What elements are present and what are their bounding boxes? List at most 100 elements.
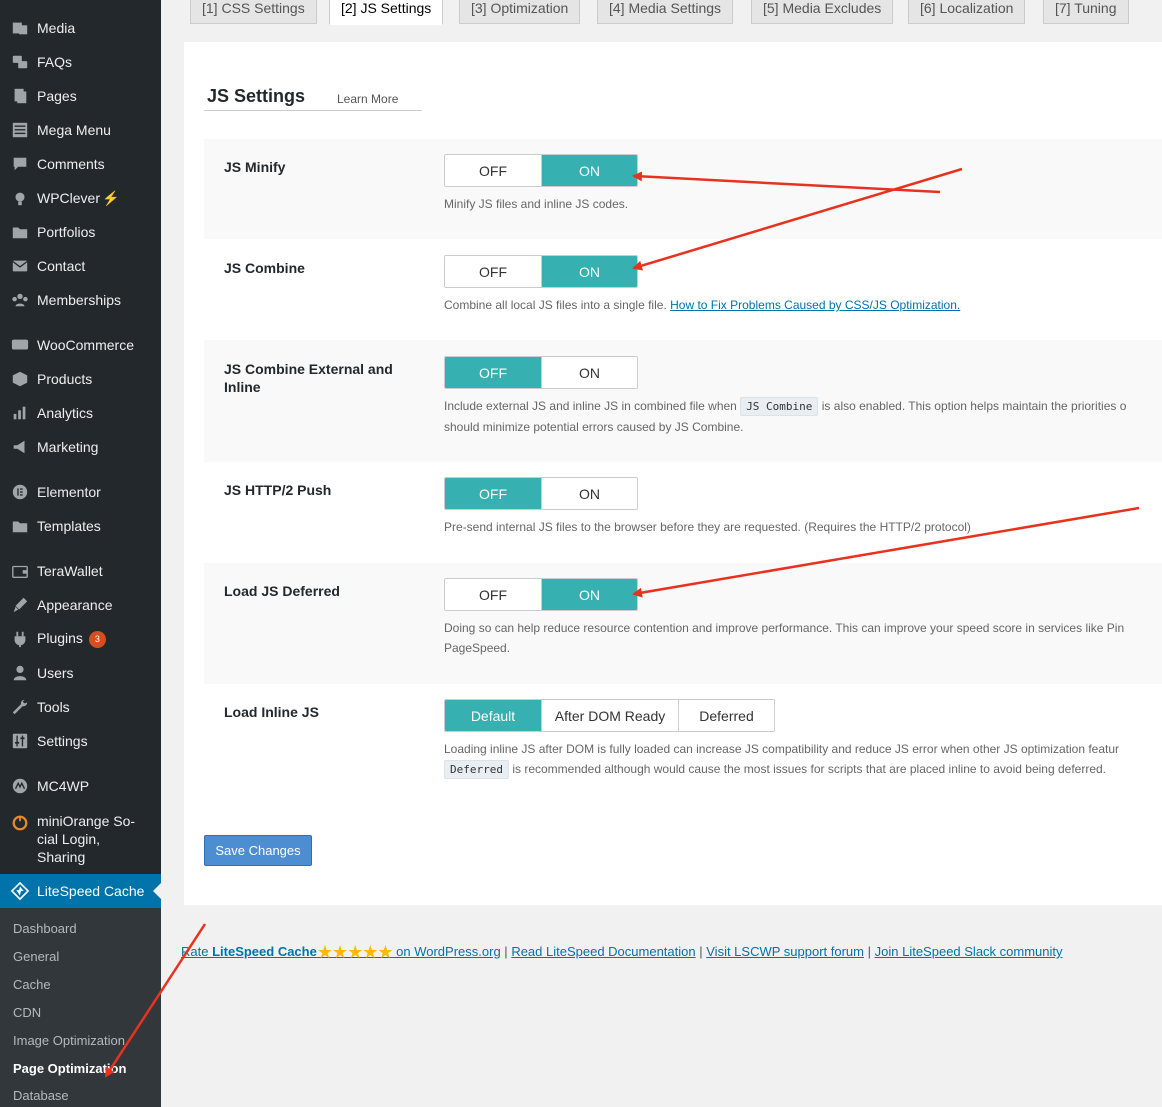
submenu-database[interactable]: Database	[13, 1088, 69, 1103]
support-forum-link[interactable]: Visit LSCWP support forum	[706, 944, 864, 959]
sidebar-item-terawallet[interactable]: TeraWallet	[0, 554, 161, 588]
terawallet-icon	[0, 562, 37, 580]
tab-optimization[interactable]: [3] Optimization	[459, 0, 581, 24]
sidebar-item-memberships[interactable]: Memberships	[0, 283, 161, 317]
submenu-image-optimization[interactable]: Image Optimization	[13, 1033, 125, 1048]
load-js-deferred-toggle: OFF ON	[444, 578, 638, 611]
pages-icon	[0, 87, 37, 105]
sidebar-item-users[interactable]: Users	[0, 656, 161, 690]
sidebar-item-label: Products	[37, 371, 93, 387]
tab-media-settings[interactable]: [4] Media Settings	[597, 0, 734, 24]
litespeed-icon	[0, 882, 37, 900]
sidebar-item-label: LiteSpeed Cache	[37, 883, 145, 899]
toggle-off-option[interactable]: OFF	[445, 155, 541, 186]
setting-label: Load Inline JS	[224, 704, 319, 720]
documentation-link[interactable]: Read LiteSpeed Documentation	[511, 944, 695, 959]
admin-sidebar: Media FAQs Pages Mega Menu Comments WPCl…	[0, 0, 161, 1107]
tab-js-settings[interactable]: [2] JS Settings	[329, 0, 444, 25]
sidebar-item-woocommerce[interactable]: WooCommerce	[0, 328, 161, 362]
portfolios-icon	[0, 223, 37, 241]
tab-tuning[interactable]: [7] Tuning	[1043, 0, 1129, 24]
toggle-off-option[interactable]: OFF	[445, 357, 541, 388]
setting-description: Minify JS files and inline JS codes.	[444, 197, 629, 211]
setting-row-load-js-deferred: Load JS Deferred OFF ON Doing so can hel…	[204, 563, 1162, 684]
faqs-icon	[0, 53, 37, 71]
sidebar-item-appearance[interactable]: Appearance	[0, 588, 161, 622]
products-icon	[0, 370, 37, 388]
sidebar-item-plugins[interactable]: Plugins 3	[0, 622, 161, 656]
sidebar-item-marketing[interactable]: Marketing	[0, 430, 161, 464]
sidebar-item-faqs[interactable]: FAQs	[0, 45, 161, 79]
plugins-icon	[0, 630, 37, 648]
setting-row-js-http2-push: JS HTTP/2 Push OFF ON Pre-send internal …	[204, 462, 1162, 563]
setting-label: Load JS Deferred	[224, 583, 340, 599]
rate-link[interactable]: Rate LiteSpeed Cache★★★★★ on WordPress.o…	[181, 942, 501, 962]
js-combine-toggle: OFF ON	[444, 255, 638, 288]
toggle-off-option[interactable]: OFF	[445, 478, 541, 509]
sidebar-item-label: FAQs	[37, 54, 73, 70]
sidebar-item-settings[interactable]: Settings	[0, 724, 161, 758]
sidebar-item-label: Elementor	[37, 484, 101, 500]
toggle-off-option[interactable]: OFF	[445, 579, 541, 610]
sidebar-item-portfolios[interactable]: Portfolios	[0, 215, 161, 249]
sidebar-item-mc4wp[interactable]: MC4WP	[0, 769, 161, 803]
sidebar-item-label: Plugins 3	[37, 630, 106, 648]
sidebar-item-templates[interactable]: Templates	[0, 509, 161, 543]
setting-description: Doing so can help reduce resource conten…	[444, 621, 1125, 655]
fix-problems-link[interactable]: How to Fix Problems Caused by CSS/JS Opt…	[670, 298, 960, 312]
marketing-icon	[0, 438, 37, 456]
toggle-on-option[interactable]: ON	[541, 357, 637, 388]
sidebar-item-label: Templates	[37, 518, 101, 534]
js-http2-push-toggle: OFF ON	[444, 477, 638, 510]
save-changes-button[interactable]: Save Changes	[204, 835, 312, 866]
setting-label: JS HTTP/2 Push	[224, 482, 332, 498]
sidebar-item-label: Pages	[37, 88, 77, 104]
sidebar-item-mega-menu[interactable]: Mega Menu	[0, 113, 161, 147]
tab-media-excludes[interactable]: [5] Media Excludes	[751, 0, 894, 24]
settings-icon	[0, 732, 37, 750]
option-deferred[interactable]: Deferred	[678, 700, 774, 731]
current-menu-arrow	[153, 883, 161, 899]
sidebar-item-label: Comments	[37, 156, 105, 172]
elementor-icon	[0, 483, 37, 501]
toggle-off-option[interactable]: OFF	[445, 256, 541, 287]
setting-description: Include external JS and inline JS in com…	[444, 397, 1127, 434]
toggle-on-option[interactable]: ON	[541, 579, 637, 610]
submenu-general[interactable]: General	[13, 949, 59, 964]
lightning-icon: ⚡	[102, 189, 120, 206]
submenu-cache[interactable]: Cache	[13, 977, 51, 992]
sidebar-item-miniorange[interactable]: miniOrange So-cial Login, Sharing	[0, 812, 161, 868]
sidebar-item-wpclever[interactable]: WPClever ⚡	[0, 181, 161, 215]
tab-css-settings[interactable]: [1] CSS Settings	[190, 0, 317, 24]
sidebar-item-products[interactable]: Products	[0, 362, 161, 396]
slack-community-link[interactable]: Join LiteSpeed Slack community	[875, 944, 1063, 959]
submenu-cdn[interactable]: CDN	[13, 1005, 41, 1020]
sidebar-item-comments[interactable]: Comments	[0, 147, 161, 181]
templates-icon	[0, 517, 37, 535]
sidebar-item-litespeed-cache[interactable]: LiteSpeed Cache	[0, 874, 161, 908]
submenu-dashboard[interactable]: Dashboard	[13, 921, 77, 936]
analytics-icon	[0, 404, 37, 422]
option-default[interactable]: Default	[445, 700, 541, 731]
submenu-page-optimization[interactable]: Page Optimization	[13, 1061, 126, 1076]
learn-more-link[interactable]: Learn More	[337, 92, 398, 106]
toggle-on-option[interactable]: ON	[541, 155, 637, 186]
sidebar-item-contact[interactable]: Contact	[0, 249, 161, 283]
litespeed-submenu: Dashboard General Cache CDN Image Optimi…	[0, 908, 161, 1107]
setting-row-js-combine-external: JS Combine External and Inline OFF ON In…	[204, 340, 1162, 462]
toggle-on-option[interactable]: ON	[541, 478, 637, 509]
sidebar-item-analytics[interactable]: Analytics	[0, 396, 161, 430]
setting-description: Loading inline JS after DOM is fully loa…	[444, 739, 1119, 780]
sidebar-item-media[interactable]: Media	[0, 11, 161, 45]
setting-label: JS Combine	[224, 260, 305, 276]
sidebar-item-elementor[interactable]: Elementor	[0, 475, 161, 509]
option-after-dom-ready[interactable]: After DOM Ready	[541, 700, 678, 731]
js-combine-external-toggle: OFF ON	[444, 356, 638, 389]
sidebar-item-pages[interactable]: Pages	[0, 79, 161, 113]
sidebar-item-tools[interactable]: Tools	[0, 690, 161, 724]
js-minify-toggle: OFF ON	[444, 154, 638, 187]
toggle-on-option[interactable]: ON	[541, 256, 637, 287]
tab-localization[interactable]: [6] Localization	[908, 0, 1026, 24]
sidebar-item-label: Media	[37, 20, 76, 36]
sidebar-item-label: TeraWallet	[37, 563, 103, 579]
